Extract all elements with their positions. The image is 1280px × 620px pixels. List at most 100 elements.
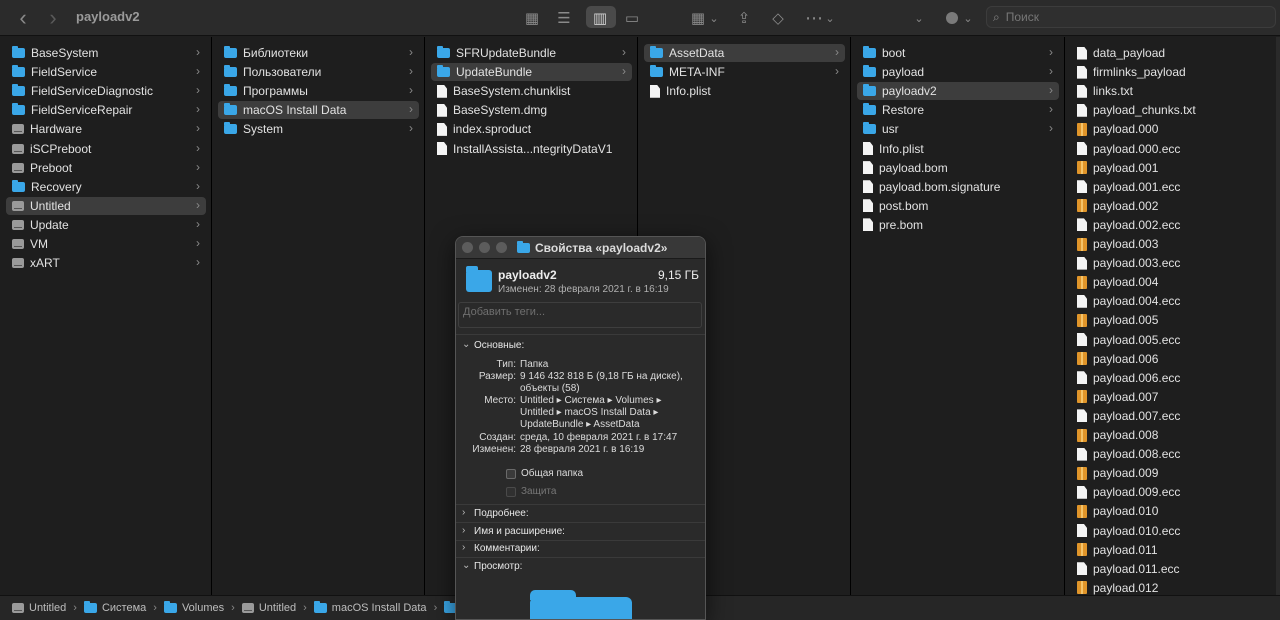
list-item[interactable]: BaseSystem.dmg <box>431 101 632 119</box>
list-item[interactable]: FieldService › <box>6 63 206 81</box>
list-item[interactable]: System › <box>218 120 419 138</box>
back-icon[interactable]: ‹ <box>14 0 32 36</box>
tag-icon[interactable]: ◇ <box>768 0 788 36</box>
section-more-info[interactable]: › Подробнее: <box>456 505 705 522</box>
account-icon[interactable] <box>944 0 960 36</box>
list-item[interactable]: AssetData › <box>644 44 845 62</box>
list-item[interactable]: payload › <box>857 63 1059 81</box>
list-item[interactable]: Программы › <box>218 82 419 100</box>
list-item[interactable]: Restore › <box>857 101 1059 119</box>
share-icon[interactable]: ⇪ <box>734 0 754 36</box>
section-preview[interactable]: ⌄ Просмотр: <box>456 558 705 575</box>
scrollbar[interactable] <box>1276 37 1280 595</box>
section-comments[interactable]: › Комментарии: <box>456 540 705 557</box>
list-item[interactable]: payload.007 <box>1071 388 1270 406</box>
zoom-button[interactable] <box>496 242 507 253</box>
more-dropdown-icon[interactable]: ⌄ <box>824 0 836 36</box>
tags-field[interactable]: Добавить теги... <box>458 302 702 328</box>
list-item[interactable]: Пользователи › <box>218 63 419 81</box>
checkbox-box[interactable] <box>506 468 516 479</box>
list-item[interactable]: UpdateBundle › <box>431 63 632 82</box>
list-item[interactable]: Hardware › <box>6 120 206 138</box>
list-item[interactable]: usr › <box>857 120 1059 138</box>
list-item[interactable]: payload.bom.signature <box>857 178 1059 196</box>
list-item[interactable]: payload.006.ecc <box>1071 369 1270 387</box>
list-item[interactable]: Recovery › <box>6 178 206 196</box>
close-button[interactable] <box>462 242 473 253</box>
list-item[interactable]: payload.001 <box>1071 159 1270 177</box>
list-item[interactable]: payload.008.ecc <box>1071 445 1270 463</box>
account-dropdown-icon[interactable]: ⌄ <box>962 0 974 36</box>
breadcrumb-item[interactable]: Volumes › <box>163 601 242 614</box>
list-item[interactable]: payload.010 <box>1071 502 1270 520</box>
list-item[interactable]: Библиотеки › <box>218 44 419 62</box>
section-general[interactable]: ⌄ Основные: <box>456 337 705 354</box>
list-item[interactable]: Update › <box>6 216 206 234</box>
list-item[interactable]: payload.001.ecc <box>1071 178 1270 196</box>
list-item[interactable]: Preboot › <box>6 159 206 177</box>
list-item[interactable]: post.bom <box>857 197 1059 215</box>
group-dropdown-icon[interactable]: ⌄ <box>708 0 720 36</box>
list-item[interactable]: index.sproduct <box>431 120 632 138</box>
list-item[interactable]: payloadv2 › <box>857 82 1059 101</box>
list-item[interactable]: payload.010.ecc <box>1071 522 1270 540</box>
list-item[interactable]: payload.003.ecc <box>1071 254 1270 272</box>
list-item[interactable]: payload.004.ecc <box>1071 292 1270 310</box>
list-item[interactable]: xART › <box>6 254 206 272</box>
list-item[interactable]: payload.011.ecc <box>1071 560 1270 578</box>
list-item[interactable]: Info.plist <box>857 140 1059 158</box>
view-icons-icon[interactable]: ▦ <box>522 0 542 36</box>
view-list-icon[interactable]: ☰ <box>554 0 574 36</box>
list-item[interactable]: payload.004 <box>1071 273 1270 291</box>
list-item[interactable]: payload.002 <box>1071 197 1270 215</box>
list-item[interactable]: payload.011 <box>1071 541 1270 559</box>
list-item[interactable]: InstallAssista...ntegrityDataV1 <box>431 140 632 158</box>
list-item[interactable]: iSCPreboot › <box>6 140 206 158</box>
list-item[interactable]: payload.006 <box>1071 350 1270 368</box>
list-item[interactable]: macOS Install Data › <box>218 101 419 120</box>
list-item[interactable]: payload_chunks.txt <box>1071 101 1270 119</box>
minimize-button[interactable] <box>479 242 490 253</box>
forward-icon[interactable]: › <box>44 0 62 36</box>
locked-checkbox[interactable]: Защита <box>506 486 556 497</box>
breadcrumb-item[interactable]: Untitled › <box>241 602 314 614</box>
list-item[interactable]: META-INF › <box>644 63 845 81</box>
list-item[interactable]: boot › <box>857 44 1059 62</box>
list-item[interactable]: BaseSystem › <box>6 44 206 62</box>
list-item[interactable]: BaseSystem.chunklist <box>431 82 632 100</box>
list-item[interactable]: payload.012 <box>1071 579 1270 595</box>
section-name-extension[interactable]: › Имя и расширение: <box>456 523 705 540</box>
search-field[interactable]: ⌕ Поиск <box>986 6 1276 28</box>
list-item[interactable]: pre.bom <box>857 216 1059 234</box>
group-icon[interactable]: ▦ <box>688 0 708 36</box>
breadcrumb-item[interactable]: macOS Install Data › <box>313 601 444 614</box>
list-item[interactable]: FieldServiceRepair › <box>6 101 206 119</box>
shared-folder-checkbox[interactable]: Общая папка <box>506 468 583 479</box>
list-item[interactable]: payload.bom <box>857 159 1059 177</box>
list-item[interactable]: VM › <box>6 235 206 253</box>
breadcrumb-item[interactable]: Untitled › <box>12 602 84 614</box>
list-item[interactable]: payload.008 <box>1071 426 1270 444</box>
view-columns-icon[interactable]: ▥ <box>590 0 610 36</box>
list-item[interactable]: payload.003 <box>1071 235 1270 253</box>
list-item[interactable]: Info.plist <box>644 82 845 100</box>
list-item[interactable]: links.txt <box>1071 82 1270 100</box>
list-item[interactable]: payload.000.ecc <box>1071 140 1270 158</box>
list-item[interactable]: data_payload <box>1071 44 1270 62</box>
list-item[interactable]: Untitled › <box>6 196 206 215</box>
airdrop-dropdown-icon[interactable]: ⌄ <box>912 0 926 36</box>
list-item[interactable]: payload.007.ecc <box>1071 407 1270 425</box>
list-item[interactable]: payload.002.ecc <box>1071 216 1270 234</box>
list-item[interactable]: payload.005 <box>1071 311 1270 329</box>
list-item[interactable]: payload.005.ecc <box>1071 331 1270 349</box>
checkbox-box[interactable] <box>506 486 516 497</box>
list-item[interactable]: payload.009.ecc <box>1071 483 1270 501</box>
breadcrumb-item[interactable]: Система › <box>83 601 164 614</box>
view-gallery-icon[interactable]: ▭ <box>622 0 642 36</box>
list-item[interactable]: payload.009 <box>1071 464 1270 482</box>
list-item[interactable]: SFRUpdateBundle › <box>431 44 632 62</box>
list-item[interactable]: firmlinks_payload <box>1071 63 1270 81</box>
list-item[interactable]: payload.000 <box>1071 120 1270 138</box>
list-item[interactable]: FieldServiceDiagnostic › <box>6 82 206 100</box>
more-icon[interactable]: ⋯ <box>804 0 824 36</box>
